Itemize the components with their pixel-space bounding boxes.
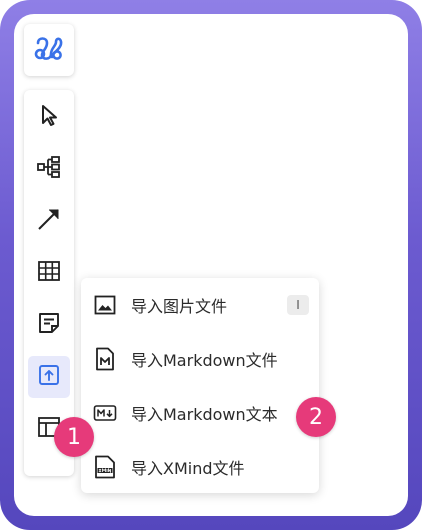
xmind-file-icon [93, 455, 117, 479]
step-2-badge: 2 [296, 397, 336, 437]
menu-item-label: 导入图片文件 [131, 297, 228, 316]
canvas-area[interactable]: 导入图片文件 I 导入Markdown文件 导入Markdown文本 导入XMi… [14, 14, 408, 516]
import-tool-button[interactable] [28, 356, 70, 398]
diagonal-arrow-icon [36, 206, 62, 236]
shortcut-key-badge: I [287, 295, 309, 315]
window-frame: 导入图片文件 I 导入Markdown文件 导入Markdown文本 导入XMi… [0, 0, 422, 530]
menu-item-label: 导入Markdown文件 [131, 351, 278, 370]
markdown-text-icon [93, 401, 117, 425]
app-logo-button[interactable] [24, 24, 74, 76]
import-markdown-file-item[interactable]: 导入Markdown文件 [81, 334, 319, 384]
menu-item-label: 导入Markdown文本 [131, 405, 278, 424]
table-grid-icon [37, 259, 61, 287]
note-tool-button[interactable] [28, 304, 70, 346]
select-tool-button[interactable] [28, 96, 70, 138]
mindmap-tree-icon [36, 154, 62, 184]
pointer-arrow-icon [38, 103, 60, 131]
import-menu: 导入图片文件 I 导入Markdown文件 导入Markdown文本 导入XMi… [81, 278, 319, 493]
import-xmind-file-item[interactable]: 导入XMind文件 [81, 442, 319, 492]
sticky-note-icon [37, 311, 61, 339]
menu-item-label: 导入XMind文件 [131, 459, 245, 478]
image-file-icon [93, 293, 117, 317]
step-1-badge: 1 [54, 417, 94, 457]
arrow-tool-button[interactable] [28, 200, 70, 242]
import-markdown-text-item[interactable]: 导入Markdown文本 [81, 388, 319, 438]
mindmap-tool-button[interactable] [28, 148, 70, 190]
table-tool-button[interactable] [28, 252, 70, 294]
import-image-file-item[interactable]: 导入图片文件 I [81, 280, 319, 330]
markdown-file-icon [93, 347, 117, 371]
upload-box-icon [37, 363, 61, 391]
brand-logo-icon [34, 35, 64, 65]
